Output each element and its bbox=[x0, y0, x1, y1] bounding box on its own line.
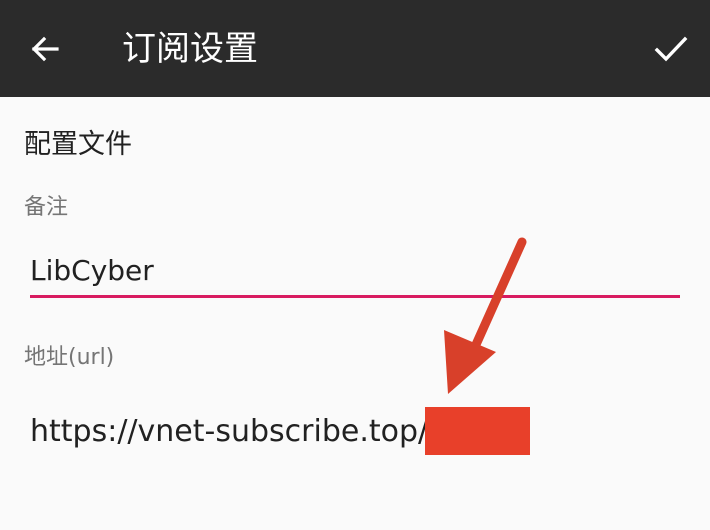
section-header: 配置文件 bbox=[24, 129, 132, 160]
app-bar: 订阅设置 bbox=[0, 0, 710, 97]
check-icon bbox=[654, 36, 688, 62]
arrow-left-icon bbox=[31, 36, 59, 62]
remark-label: 备注 bbox=[24, 195, 69, 220]
remark-input-underline bbox=[30, 295, 680, 298]
url-label: 地址(url) bbox=[24, 345, 115, 370]
url-field[interactable]: https://vnet-subscribe.top/s/ bbox=[30, 411, 454, 453]
remark-input[interactable] bbox=[30, 247, 680, 293]
settings-form: 配置文件 备注 地址(url) https://vnet-subscribe.t… bbox=[0, 97, 710, 530]
redaction-box bbox=[425, 407, 530, 455]
back-button[interactable] bbox=[20, 24, 70, 74]
confirm-button[interactable] bbox=[646, 24, 696, 74]
page-title: 订阅设置 bbox=[122, 29, 258, 69]
